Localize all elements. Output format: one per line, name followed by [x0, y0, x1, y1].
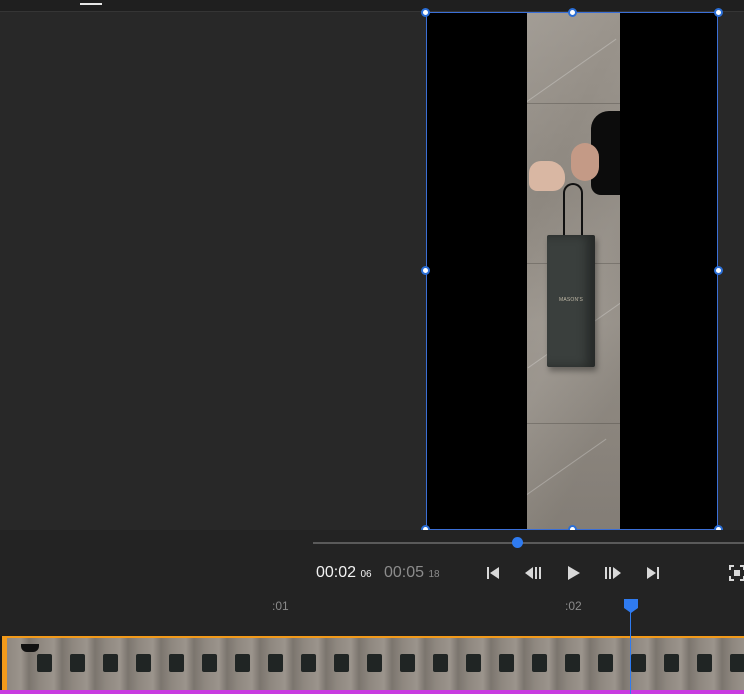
wall-tile-line: [527, 423, 620, 424]
top-toolbar: [0, 0, 744, 12]
clip-color-bar: [0, 690, 744, 694]
go-to-end-button[interactable]: [643, 563, 663, 583]
thumb-detail: [268, 654, 283, 672]
play-icon: [568, 566, 580, 580]
next-frame-button[interactable]: [603, 563, 623, 583]
ruler-label: :02: [565, 599, 582, 613]
total-timecode: 00:05 18: [384, 564, 440, 582]
video-frame[interactable]: MASON'S: [426, 12, 718, 530]
total-frames: 18: [428, 569, 440, 580]
bag-logo: MASON'S: [558, 297, 584, 303]
thumb-detail: [202, 654, 217, 672]
thumb-detail: [400, 654, 415, 672]
resize-handle-top[interactable]: [568, 8, 577, 17]
hand: [571, 143, 599, 181]
fullscreen-button[interactable]: [727, 563, 744, 583]
thumb-detail: [532, 654, 547, 672]
wall-tile-line: [527, 103, 620, 104]
thumb-detail: [367, 654, 382, 672]
thumb-detail: [235, 654, 250, 672]
thumb-detail: [136, 654, 151, 672]
thumb-detail: [301, 654, 316, 672]
resize-handle-top-left[interactable]: [421, 8, 430, 17]
step-back-icon: [525, 567, 541, 579]
step-forward-icon: [605, 567, 621, 579]
video-preview: MASON'S: [527, 13, 620, 529]
play-button[interactable]: [563, 563, 583, 583]
ruler-label: :01: [272, 599, 289, 613]
go-to-start-button[interactable]: [483, 563, 503, 583]
gift-bag: MASON'S: [547, 235, 595, 367]
current-timecode: 00:02 06: [316, 564, 372, 582]
thumb-detail: [103, 654, 118, 672]
video-track: [0, 636, 744, 694]
thumb-detail: [565, 654, 580, 672]
current-time: 00:02: [316, 564, 357, 581]
resize-handle-left[interactable]: [421, 266, 430, 275]
skip-forward-icon: [647, 567, 659, 579]
active-tab-indicator: [80, 3, 102, 5]
thumb-detail: [37, 654, 52, 672]
playhead-line: [630, 612, 631, 694]
marble-vein: [527, 438, 607, 509]
playhead-handle[interactable]: [623, 598, 639, 614]
resize-handle-top-right[interactable]: [714, 8, 723, 17]
thumb-detail: [664, 654, 679, 672]
hand: [529, 161, 565, 191]
media-panel: [0, 12, 425, 530]
video-clip[interactable]: [2, 636, 744, 690]
thumb-detail: [169, 654, 184, 672]
thumb-detail: [466, 654, 481, 672]
thumb-detail: [730, 654, 744, 672]
thumb-detail: [499, 654, 514, 672]
preview-viewer: MASON'S: [421, 8, 744, 534]
resize-handle-right[interactable]: [714, 266, 723, 275]
thumb-detail: [433, 654, 448, 672]
thumb-detail: [697, 654, 712, 672]
total-time: 00:05: [384, 564, 425, 581]
current-frames: 06: [360, 569, 372, 580]
thumb-detail: [21, 644, 39, 652]
thumb-detail: [70, 654, 85, 672]
scrub-bar[interactable]: [313, 542, 744, 544]
bag-handle: [563, 183, 583, 239]
clip-thumbnails: [7, 638, 744, 690]
skip-back-icon: [487, 567, 499, 579]
marble-vein: [527, 38, 617, 109]
fullscreen-icon: [729, 565, 744, 581]
thumb-detail: [598, 654, 613, 672]
thumb-detail: [334, 654, 349, 672]
scrub-thumb[interactable]: [512, 537, 523, 548]
thumb-detail: [631, 654, 646, 672]
previous-frame-button[interactable]: [523, 563, 543, 583]
